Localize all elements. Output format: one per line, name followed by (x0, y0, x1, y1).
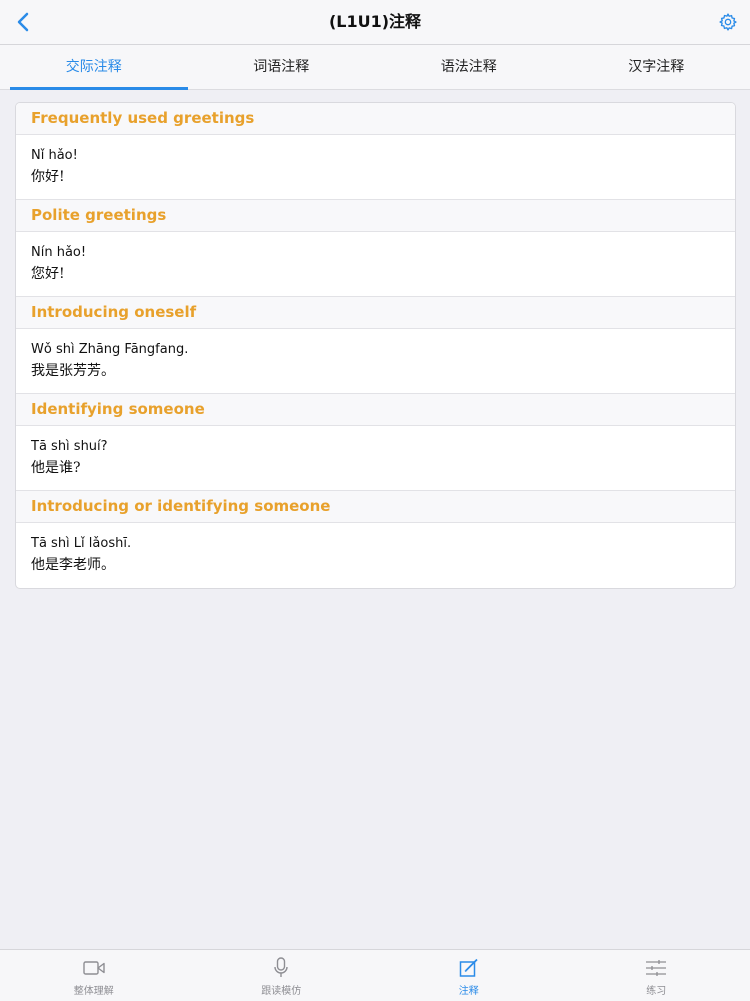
settings-button[interactable] (714, 8, 742, 36)
bottom-tab-label: 注释 (459, 982, 479, 997)
pinyin-text: Nín hǎo! (31, 244, 720, 265)
section-body: Tā shì shuí? 他是谁? (16, 426, 735, 491)
notes-card: Frequently used greetings Nǐ hǎo! 你好! Po… (15, 102, 736, 589)
gear-icon (718, 12, 738, 32)
pinyin-text: Wǒ shì Zhāng Fāngfang. (31, 341, 720, 362)
note-section: Frequently used greetings Nǐ hǎo! 你好! (16, 103, 735, 200)
navigation-bar: (L1U1)注释 (0, 0, 750, 45)
bottom-tab-overall-understanding[interactable]: 整体理解 (0, 950, 188, 1001)
bottom-tab-notes[interactable]: 注释 (375, 950, 563, 1001)
tab-grammar-notes[interactable]: 语法注释 (375, 45, 563, 89)
bottom-tab-label: 练习 (646, 982, 666, 997)
section-heading: Polite greetings (16, 200, 735, 232)
video-camera-icon (82, 957, 106, 979)
tab-label: 交际注释 (66, 59, 122, 75)
active-tab-indicator (10, 87, 188, 90)
chinese-text: 他是李老师。 (31, 556, 720, 574)
back-button[interactable] (8, 7, 38, 37)
section-body: Nǐ hǎo! 你好! (16, 135, 735, 200)
chinese-text: 你好! (31, 168, 720, 186)
microphone-icon (269, 957, 293, 979)
note-section: Introducing oneself Wǒ shì Zhāng Fāngfan… (16, 297, 735, 394)
annotation-tabs: 交际注释 词语注释 语法注释 汉字注释 (0, 45, 750, 90)
tab-character-notes[interactable]: 汉字注释 (563, 45, 750, 89)
bottom-tab-label: 跟读模仿 (261, 982, 301, 997)
section-body: Tā shì Lǐ lǎoshī. 他是李老师。 (16, 523, 735, 588)
section-body: Nín hǎo! 您好! (16, 232, 735, 297)
note-section: Polite greetings Nín hǎo! 您好! (16, 200, 735, 297)
tab-vocabulary-notes[interactable]: 词语注释 (188, 45, 376, 89)
bottom-tab-practice[interactable]: 练习 (563, 950, 750, 1001)
bottom-tab-label: 整体理解 (74, 982, 114, 997)
chinese-text: 他是谁? (31, 459, 720, 477)
section-heading: Frequently used greetings (16, 103, 735, 135)
section-heading: Introducing or identifying someone (16, 491, 735, 523)
section-body: Wǒ shì Zhāng Fāngfang. 我是张芳芳。 (16, 329, 735, 394)
sliders-icon (644, 957, 668, 979)
chevron-left-icon (16, 12, 30, 32)
chinese-text: 您好! (31, 265, 720, 283)
section-heading: Identifying someone (16, 394, 735, 426)
tab-communication-notes[interactable]: 交际注释 (0, 45, 188, 89)
edit-note-icon (457, 957, 481, 979)
pinyin-text: Nǐ hǎo! (31, 147, 720, 168)
note-section: Introducing or identifying someone Tā sh… (16, 491, 735, 588)
pinyin-text: Tā shì shuí? (31, 438, 720, 459)
chinese-text: 我是张芳芳。 (31, 362, 720, 380)
section-heading: Introducing oneself (16, 297, 735, 329)
bottom-tab-bar: 整体理解 跟读模仿 注释 (0, 949, 750, 1001)
note-section: Identifying someone Tā shì shuí? 他是谁? (16, 394, 735, 491)
bottom-tab-read-along[interactable]: 跟读模仿 (188, 950, 376, 1001)
tab-label: 汉字注释 (628, 59, 684, 75)
pinyin-text: Tā shì Lǐ lǎoshī. (31, 535, 720, 556)
tab-label: 语法注释 (441, 59, 497, 75)
tab-label: 词语注释 (253, 59, 309, 75)
page-title: (L1U1)注释 (0, 0, 750, 44)
